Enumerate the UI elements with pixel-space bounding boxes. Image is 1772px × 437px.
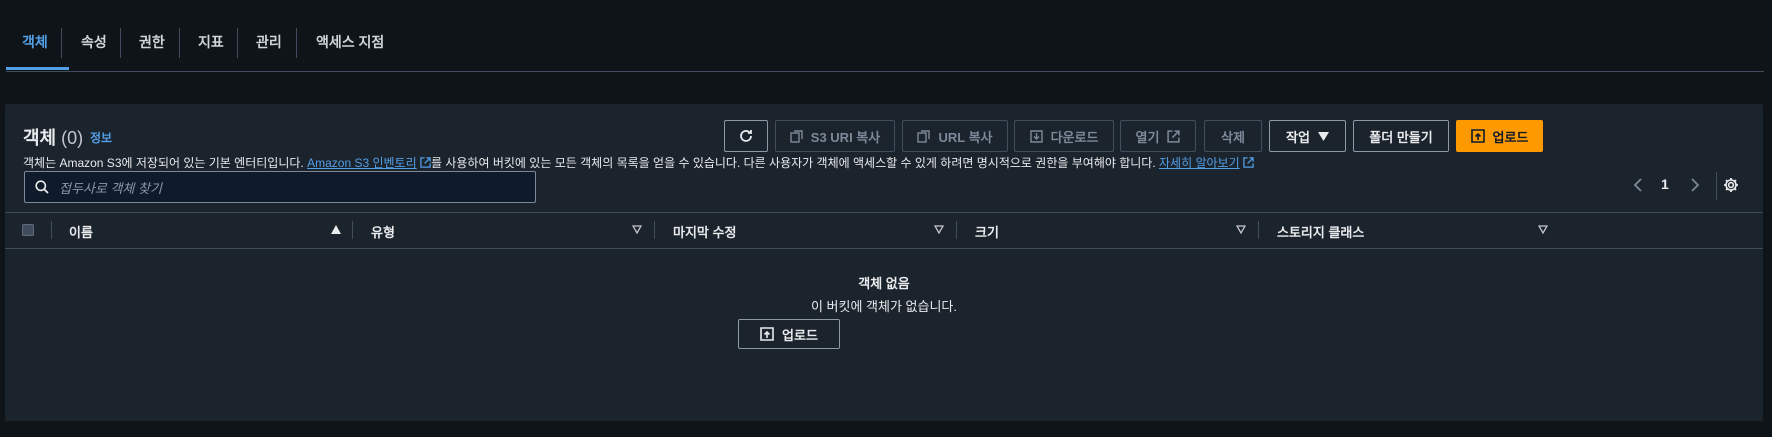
search-input[interactable] <box>57 177 521 199</box>
tab-management[interactable]: 관리 <box>256 30 282 54</box>
upload-icon <box>760 327 774 341</box>
active-tab-indicator <box>6 67 69 70</box>
empty-upload-label: 업로드 <box>782 327 818 343</box>
external-link-icon <box>1243 157 1254 168</box>
gear-icon[interactable] <box>1723 177 1739 193</box>
empty-state-title: 객체 없음 <box>858 276 910 291</box>
actions-label: 작업 <box>1286 129 1310 145</box>
copy-icon <box>917 129 931 143</box>
description-text-2: 를 사용하여 버킷에 있는 모든 객체의 목록을 얻을 수 있습니다. 다른 사… <box>430 156 1160 170</box>
column-divider <box>1258 221 1259 239</box>
caret-down-icon <box>1317 131 1329 141</box>
copy-s3-uri-label: S3 URI 복사 <box>810 129 881 145</box>
object-count: (0) <box>61 128 84 148</box>
column-size[interactable]: 크기 <box>975 222 999 241</box>
page-number[interactable]: 1 <box>1661 176 1669 192</box>
copy-icon <box>790 129 803 143</box>
panel-title-text: 객체 <box>23 128 57 148</box>
column-last-modified[interactable]: 마지막 수정 <box>673 222 736 241</box>
column-divider <box>654 221 655 239</box>
external-link-icon <box>420 157 431 168</box>
copy-url-button[interactable]: URL 복사 <box>902 120 1008 152</box>
description-text: 객체는 Amazon S3에 저장되어 있는 기본 엔터티입니다. <box>23 156 308 170</box>
copy-s3-uri-button[interactable]: S3 URI 복사 <box>775 120 895 152</box>
empty-upload-button[interactable]: 업로드 <box>738 319 840 349</box>
refresh-button[interactable] <box>724 120 768 152</box>
sort-icon[interactable] <box>1236 225 1246 234</box>
download-icon <box>1029 129 1043 143</box>
column-divider <box>956 221 957 239</box>
upload-button[interactable]: 업로드 <box>1456 120 1543 152</box>
upload-label: 업로드 <box>1492 129 1529 145</box>
open-label: 열기 <box>1135 129 1160 145</box>
actions-dropdown[interactable]: 작업 <box>1269 120 1346 152</box>
chevron-right-icon[interactable] <box>1689 177 1701 193</box>
panel-description: 객체는 Amazon S3에 저장되어 있는 기본 엔터티입니다. Amazon… <box>23 154 1254 171</box>
column-name[interactable]: 이름 <box>69 222 93 241</box>
delete-label: 삭제 <box>1221 129 1245 145</box>
tab-divider <box>237 28 238 58</box>
column-type[interactable]: 유형 <box>371 222 395 241</box>
column-divider <box>352 221 353 239</box>
create-folder-label: 폴더 만들기 <box>1369 129 1433 145</box>
tab-bar: 객체 속성 권한 지표 관리 액세스 지점 <box>6 0 1764 72</box>
learn-more-link[interactable]: 자세히 알아보기 <box>1159 156 1240 170</box>
panel-title: 객체 (0) <box>23 124 83 150</box>
column-storage-class[interactable]: 스토리지 클래스 <box>1277 222 1364 241</box>
tab-access-points[interactable]: 액세스 지점 <box>316 30 384 54</box>
delete-button[interactable]: 삭제 <box>1204 120 1262 152</box>
create-folder-button[interactable]: 폴더 만들기 <box>1353 120 1449 152</box>
open-button[interactable]: 열기 <box>1120 120 1196 152</box>
search-icon <box>35 180 49 194</box>
upload-icon <box>1470 129 1485 143</box>
tab-properties[interactable]: 속성 <box>81 30 107 54</box>
search-box <box>24 171 536 203</box>
download-button[interactable]: 다운로드 <box>1014 120 1114 152</box>
sort-ascending-icon[interactable] <box>331 225 341 234</box>
empty-state-subtitle: 이 버킷에 객체가 없습니다. <box>810 299 957 314</box>
tab-divider <box>296 28 297 58</box>
tab-divider <box>120 28 121 58</box>
inventory-link[interactable]: Amazon S3 인벤토리 <box>307 156 417 170</box>
chevron-left-icon[interactable] <box>1632 177 1644 193</box>
download-label: 다운로드 <box>1050 129 1099 145</box>
tab-permissions[interactable]: 권한 <box>139 30 165 54</box>
table-header: 이름 유형 마지막 수정 크기 스토리지 클래스 <box>5 212 1763 249</box>
refresh-icon <box>740 130 752 142</box>
objects-panel: 객체 (0) 정보 객체는 Amazon S3에 저장되어 있는 기본 엔터티입… <box>5 104 1763 421</box>
tab-divider <box>61 28 62 58</box>
tab-metrics[interactable]: 지표 <box>198 30 224 54</box>
external-link-icon <box>1167 129 1181 143</box>
sort-icon[interactable] <box>632 225 642 234</box>
info-link[interactable]: 정보 <box>90 129 112 146</box>
tab-divider <box>179 28 180 58</box>
pager-divider <box>1716 172 1717 200</box>
sort-icon[interactable] <box>934 225 944 234</box>
sort-icon[interactable] <box>1538 225 1548 234</box>
column-divider <box>51 221 52 239</box>
copy-url-label: URL 복사 <box>938 129 993 145</box>
select-all-checkbox[interactable] <box>22 224 34 236</box>
tab-objects[interactable]: 객체 <box>22 30 48 54</box>
